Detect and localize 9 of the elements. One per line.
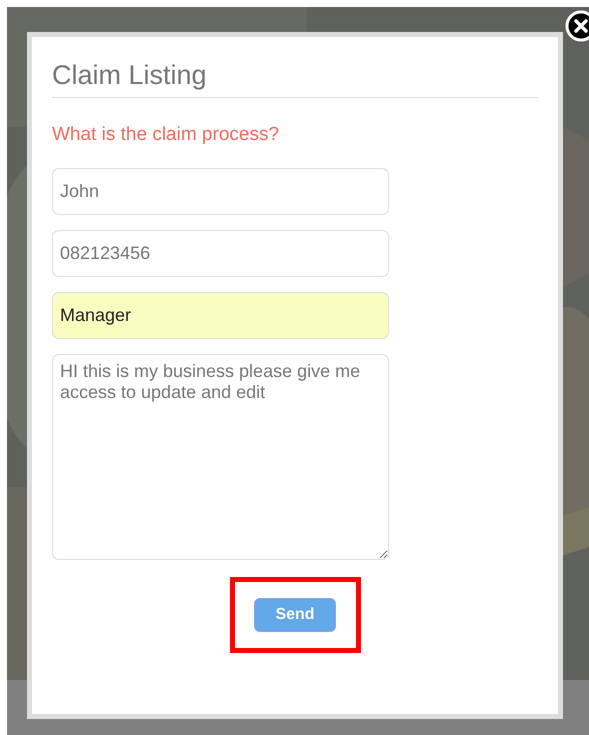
question-heading: What is the claim process?	[52, 123, 280, 148]
input-field[interactable]: 082123456	[52, 230, 389, 277]
input-field[interactable]: John	[52, 168, 389, 215]
input-field[interactable]: Manager	[52, 292, 389, 339]
send-button[interactable]: Send	[254, 598, 336, 632]
close-button[interactable]	[565, 10, 589, 42]
message-field[interactable]: HI this is my business please give me access to update and edit	[52, 354, 389, 560]
close-icon	[565, 10, 589, 42]
dialog-title: Claim Listing	[52, 59, 538, 98]
